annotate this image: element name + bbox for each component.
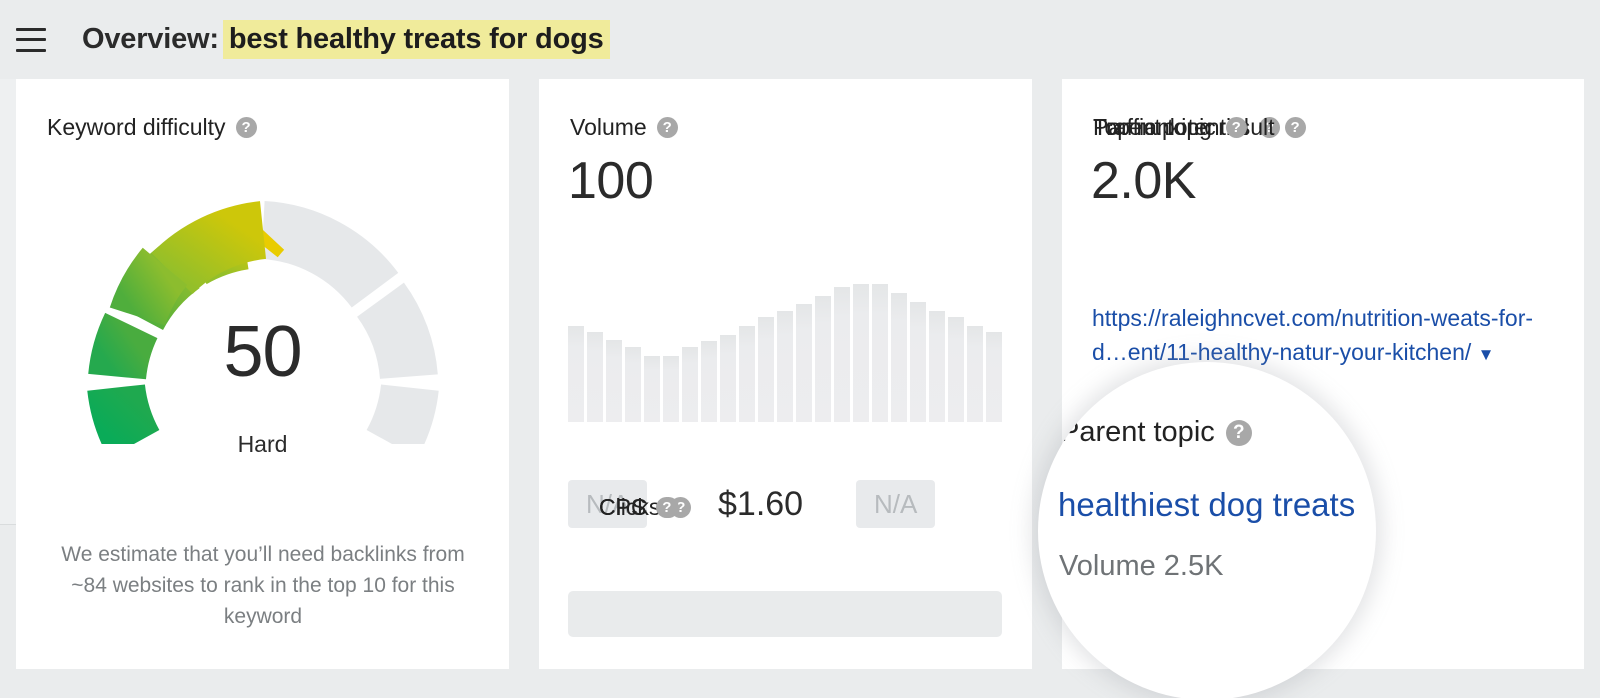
help-icon[interactable]: ? — [656, 497, 678, 518]
bar-9 — [720, 335, 736, 422]
volume-bar-chart — [568, 272, 1002, 422]
magnifier-content: Parent topic ? healthiest dog treats Vol… — [1038, 362, 1376, 698]
bar-5 — [644, 356, 660, 422]
bar-23 — [986, 332, 1002, 422]
bar-15 — [834, 287, 850, 422]
bar-4 — [625, 347, 641, 422]
keyword-difficulty-value: 50 — [223, 312, 302, 392]
bar-18 — [891, 293, 907, 422]
page-title: Overview: best healthy treats for dogs — [82, 20, 610, 59]
keyword-difficulty-card: Keyword difficulty ? 50 Hard We estimate… — [16, 79, 509, 669]
magnified-parent-topic-keyword[interactable]: healthiest dog treats — [1058, 486, 1355, 524]
magnifier-lens: Parent topic ? healthiest dog treats Vol… — [1038, 362, 1376, 698]
bar-7 — [682, 347, 698, 422]
hamburger-bar — [16, 48, 46, 52]
magnified-parent-topic-label: Parent topic — [1060, 416, 1215, 448]
help-icon[interactable]: ? — [1284, 117, 1306, 138]
cps-label-row: CPS ? — [599, 494, 678, 521]
volume-label-row: Volume ? — [570, 114, 678, 141]
bar-21 — [948, 317, 964, 422]
traffic-potential-value: 2.0K — [1091, 152, 1196, 210]
bar-3 — [606, 339, 622, 422]
bar-2 — [587, 332, 603, 422]
bar-20 — [929, 311, 945, 422]
metric-cpc: CPC ? $1.60 — [599, 459, 856, 529]
metric-cps: CPS ? N/A — [599, 459, 1000, 529]
bar-13 — [796, 303, 812, 422]
bar-17 — [872, 284, 888, 422]
bar-10 — [739, 326, 755, 422]
help-icon[interactable]: ? — [656, 117, 678, 138]
bar-16 — [853, 284, 869, 422]
keyword-difficulty-label: Keyword difficulty — [47, 114, 226, 140]
bar-6 — [663, 356, 679, 422]
bar-11 — [758, 317, 774, 422]
bar-22 — [967, 326, 983, 422]
keyword-difficulty-rating: Hard — [237, 431, 288, 457]
volume-placeholder-bar — [568, 591, 1002, 637]
magnified-parent-topic-volume: Volume 2.5K — [1059, 550, 1224, 582]
bar-8 — [701, 341, 717, 422]
overview-page: Overview: best healthy treats for dogs Ke… — [0, 0, 1600, 698]
cps-label: CPS — [599, 494, 647, 520]
volume-label: Volume — [570, 114, 647, 140]
bar-14 — [815, 296, 831, 422]
hamburger-menu-icon[interactable] — [16, 27, 46, 52]
parent-topic-label-row: Parent topic ? — [1093, 114, 1247, 141]
bar-19 — [910, 302, 926, 422]
url-line-1: https://raleighncvet.com/nutrition-w — [1092, 305, 1448, 331]
hamburger-bar — [16, 27, 46, 31]
cpc-value: $1.60 — [718, 484, 804, 523]
help-icon[interactable]: ? — [235, 117, 257, 138]
magnified-parent-topic-label-row: Parent topic ? — [1060, 416, 1252, 449]
page-title-prefix: Overview: — [82, 23, 219, 55]
volume-metrics-row: Clicks ? N/A CPC ? $1.60 CPS — [568, 459, 1002, 529]
hamburger-bar — [16, 38, 46, 41]
volume-value: 100 — [568, 152, 654, 210]
bar-1 — [568, 326, 584, 422]
keyword-difficulty-label-row: Keyword difficulty ? — [47, 114, 257, 141]
parent-topic-label: Parent topic — [1093, 114, 1216, 140]
cps-value: N/A — [856, 480, 936, 528]
help-icon[interactable]: ? — [1225, 117, 1247, 138]
volume-card: Volume ? 100 Clicks ? N/A CPC $1.60 CPS … — [539, 79, 1032, 669]
page-header: Overview: best healthy treats for dogs — [0, 0, 1600, 79]
help-icon[interactable]: ? — [1225, 419, 1252, 446]
cps-value-wrap: N/A — [856, 479, 1000, 529]
bar-12 — [777, 311, 793, 422]
keyword-difficulty-note: We estimate that you’ll need backlinks f… — [61, 543, 465, 628]
highlighted-keyword: best healthy treats for dogs — [222, 20, 610, 59]
chevron-down-icon[interactable]: ▼ — [1478, 345, 1495, 364]
